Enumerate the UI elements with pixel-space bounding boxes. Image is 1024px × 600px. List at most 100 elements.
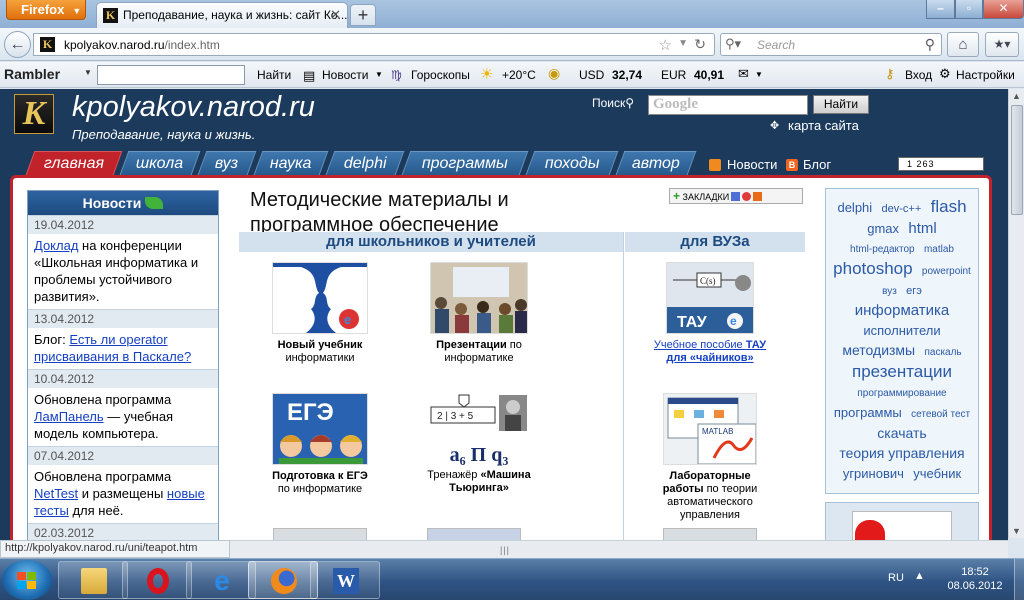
bookmark-service-icon[interactable] [742,192,752,201]
rambler-login-button[interactable]: Вход [905,68,932,82]
bookmarks-widget[interactable]: + ЗАКЛАДКИ [669,188,803,204]
taskbar-firefox[interactable] [248,561,318,599]
ad-image[interactable] [852,511,952,540]
visit-counter[interactable]: 1 263 [898,157,984,171]
dropdown-arrow-icon[interactable]: ▼ [375,70,383,79]
nav-tab-home[interactable]: главная [25,151,123,175]
blog-icon[interactable]: B [786,159,798,171]
rambler-find-button[interactable]: Найти [257,68,291,82]
ad-banner[interactable] [825,502,979,540]
ege-image[interactable]: ЕГЭ [272,393,368,465]
card-partial-image[interactable] [663,528,757,540]
tag-link[interactable]: учебник [913,464,961,483]
start-button[interactable] [2,560,52,600]
tau-book-image[interactable]: C(s) ТАУ e [666,262,754,334]
rambler-horoscope-button[interactable]: Гороскопы [411,68,470,82]
site-search-button[interactable]: Найти [813,95,869,114]
firefox-menu-button[interactable]: Firefox ▼ [6,0,86,20]
address-bar[interactable]: K kpolyakov.narod.ru/index.htm ☆ ▼ ↻ [33,33,715,56]
site-logo[interactable]: K [14,94,54,134]
tag-link[interactable]: теория управления [839,444,964,463]
rambler-search-input[interactable] [97,65,245,85]
tag-link[interactable]: сетевой тест [911,405,970,424]
nav-tab-hikes[interactable]: походы [525,151,619,175]
card-partial-image[interactable] [273,528,367,540]
tag-link[interactable]: программы [834,403,902,422]
card-textbook[interactable]: e Новый учебник информатики [256,262,384,365]
eur-value[interactable]: 40,91 [694,68,724,82]
usd-value[interactable]: 32,74 [612,68,642,82]
tab-close-icon[interactable]: ✕ [330,7,341,23]
tag-link[interactable]: html-редактор [850,240,915,259]
bookmark-service-icon[interactable] [753,192,763,201]
window-maximize-button[interactable]: ▫ [955,0,983,19]
tag-link[interactable]: исполнители [863,321,940,340]
rambler-logo[interactable]: Rambler [4,66,60,82]
taskbar-opera[interactable] [122,561,192,599]
nav-tab-school[interactable]: школа [119,151,201,175]
news-rss-link[interactable]: Новости [727,157,777,172]
card-presentations[interactable]: Презентации по информатике [407,262,551,365]
site-search-input[interactable]: Google [648,95,808,115]
rambler-news-button[interactable]: Новости [322,68,368,82]
window-close-button[interactable]: ✕ [983,0,1024,19]
dropdown-arrow-icon[interactable]: ▼ [755,70,763,79]
tag-link[interactable]: паскаль [924,343,961,362]
back-button[interactable]: ← [4,31,31,58]
tag-link[interactable]: скачать [877,424,926,443]
taskbar-word[interactable]: W [310,561,380,599]
new-tab-button[interactable]: + [350,4,376,26]
url-history-dropdown-icon[interactable]: ▼ [678,38,688,49]
horizontal-scrollbar[interactable]: ||| [230,540,1008,558]
turing-image[interactable]: 2 | 3 + 5 [429,393,529,443]
presentations-image[interactable] [430,262,528,334]
home-button[interactable]: ⌂ [947,32,979,57]
tag-link[interactable]: delphi [837,198,872,217]
clock[interactable]: 18:52 08.06.2012 [944,565,1006,593]
tag-link[interactable]: gmax [867,219,899,238]
card-tau-book[interactable]: C(s) ТАУ e Учебное пособие ТАУ для «чайни… [635,262,785,365]
card-labs[interactable]: MATLAB Лабораторные работы по теории авт… [635,393,785,522]
tag-link[interactable]: методизмы [842,341,915,360]
tag-link[interactable]: flash [931,197,967,216]
scrollbar-thumb[interactable] [1011,105,1023,215]
nav-tab-vuz[interactable]: вуз [197,151,257,175]
browser-search-box[interactable]: ⚲▾ Search ⚲ [720,33,942,56]
taskbar-explorer[interactable] [58,561,128,599]
nav-tab-author[interactable]: автор [615,151,697,175]
blog-link[interactable]: Блог [803,157,831,172]
tag-link[interactable]: информатика [855,301,950,320]
news-link[interactable]: NetTest [34,486,78,501]
card-turing[interactable]: 2 | 3 + 5 a₆ Π q₃ Тренажёр «Машина Тьюри… [407,393,551,495]
tag-link[interactable]: dev-c++ [882,200,922,219]
tag-link[interactable]: вуз [882,282,897,301]
show-desktop-button[interactable] [1014,559,1024,600]
tag-link[interactable]: matlab [924,240,954,259]
tag-link[interactable]: презентации [852,362,952,381]
taskbar-ie[interactable]: e [186,561,256,599]
nav-tab-science[interactable]: наука [253,151,329,175]
bookmark-star-icon[interactable]: ☆ [659,36,672,54]
card-ege[interactable]: ЕГЭ Подготовка к ЕГЭ по информатике [256,393,384,496]
nav-tab-programs[interactable]: программы [401,151,529,175]
reload-icon[interactable]: ↻ [694,36,706,53]
news-link[interactable]: ЛамПанель [34,409,104,424]
tag-link[interactable]: html [908,219,936,238]
news-link[interactable]: Доклад [34,238,78,253]
sitemap-link[interactable]: карта сайта [788,118,859,133]
card-partial-image[interactable] [427,528,521,540]
dropdown-arrow-icon[interactable]: ▼ [84,68,92,77]
search-icon[interactable]: ⚲ [925,36,935,53]
scrollbar-grip[interactable]: ||| [500,545,510,555]
mail-icon[interactable]: ✉ [738,66,749,82]
url-text[interactable]: kpolyakov.narod.ru/index.htm [64,38,220,52]
bookmarks-menu-button[interactable]: ★▾ [985,32,1019,57]
weather-temperature[interactable]: +20°C [502,68,536,82]
browser-tab[interactable]: K Преподавание, наука и жизнь: сайт Ко..… [96,2,348,28]
tag-link[interactable]: photoshop [833,259,912,278]
window-minimize-button[interactable]: – [926,0,955,19]
nav-tab-delphi[interactable]: delphi [325,151,405,175]
tag-link[interactable]: powerpoint [922,262,971,281]
tag-link[interactable]: угринович [843,464,904,483]
rss-icon[interactable] [709,159,721,171]
